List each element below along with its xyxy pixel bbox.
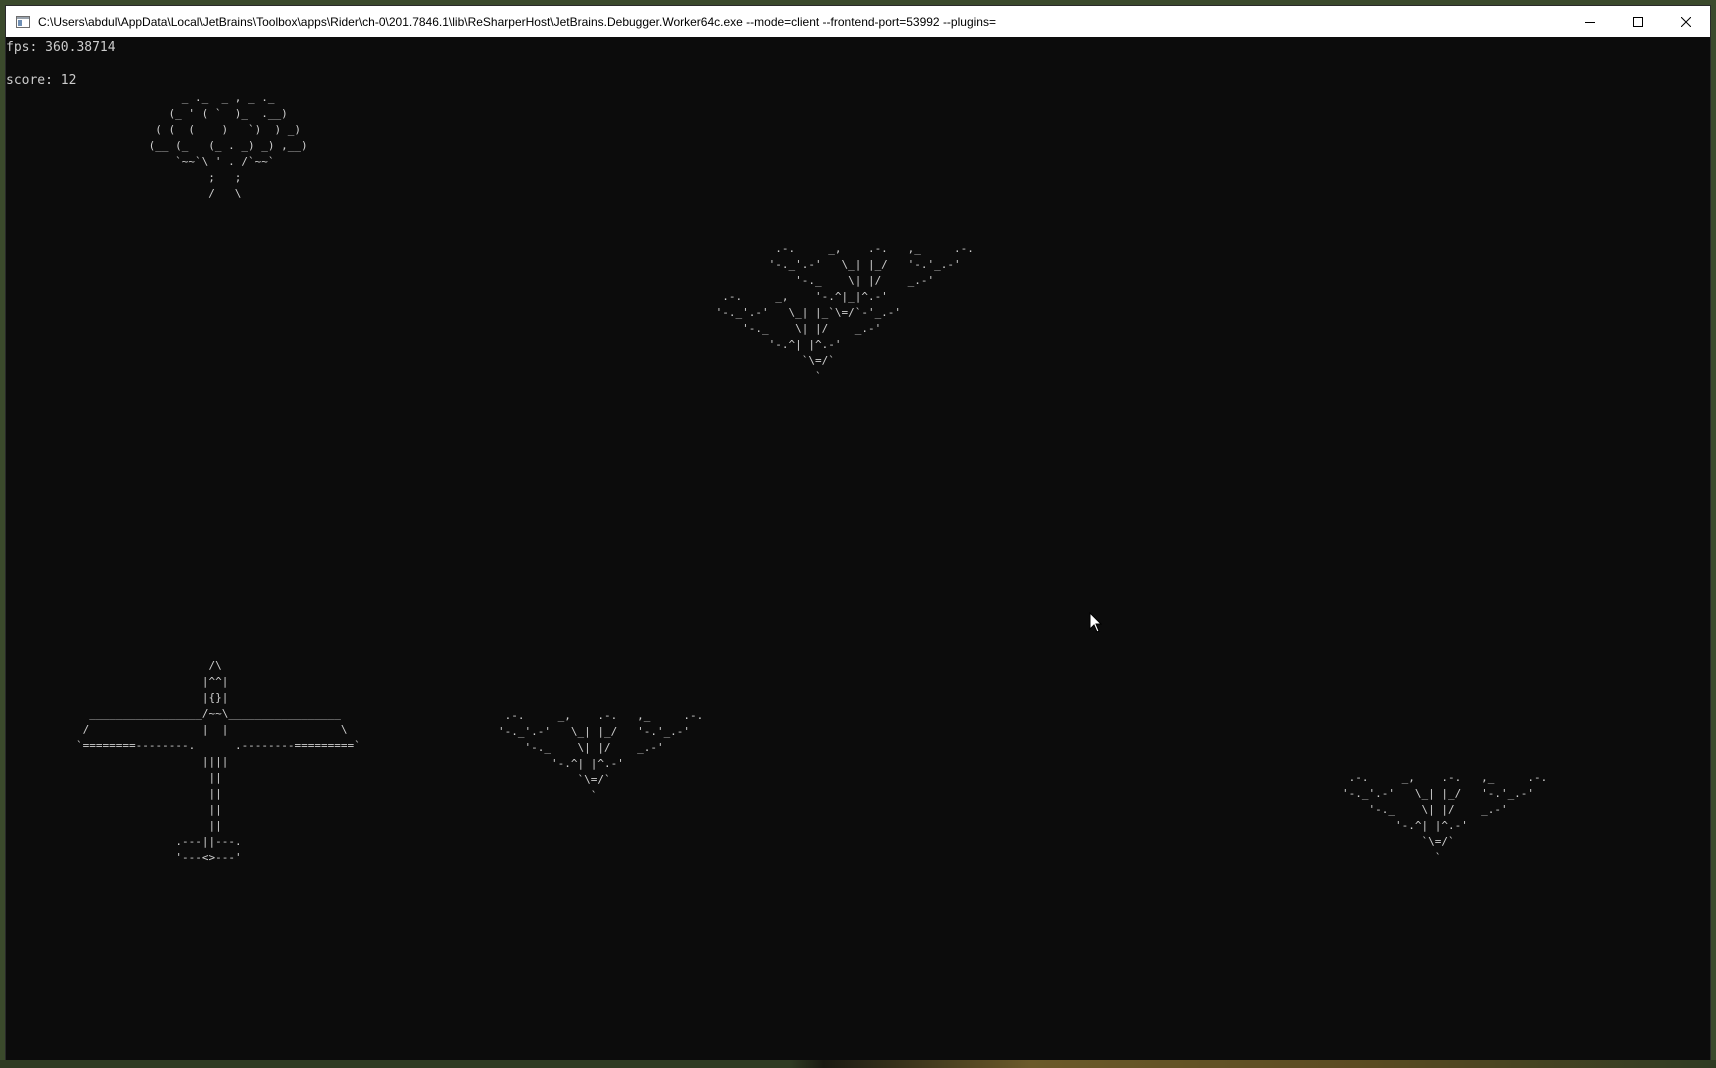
maximize-button[interactable] bbox=[1614, 6, 1662, 37]
enemy-bomber-middle: .-. _, .-. ,_ .-. '-._'.-' \_| |_/ '-.'_… bbox=[498, 709, 704, 802]
enemy-bomber-right: .-. _, .-. ,_ .-. '-._'.-' \_| |_/ '-.'_… bbox=[1342, 771, 1548, 864]
fps-counter: fps: 360.38714 bbox=[6, 40, 116, 55]
mouse-cursor-icon bbox=[1089, 612, 1103, 633]
score-counter: score: 12 bbox=[6, 73, 77, 88]
console-app-icon bbox=[16, 15, 30, 28]
enemy-bomber-formation: .-. _, .-. ,_ .-. '-._'.-' \_| |_/ '-.'_… bbox=[715, 242, 974, 383]
player-plane-sprite: /\ |^^| |{}| _________________/~~\______… bbox=[76, 659, 361, 864]
title-bar[interactable]: C:\Users\abdul\AppData\Local\JetBrains\T… bbox=[6, 6, 1710, 37]
console-window: C:\Users\abdul\AppData\Local\JetBrains\T… bbox=[6, 6, 1710, 1060]
desktop-background-strip bbox=[0, 1060, 1716, 1068]
minimize-icon bbox=[1585, 21, 1595, 23]
window-title: C:\Users\abdul\AppData\Local\JetBrains\T… bbox=[38, 14, 996, 29]
window-controls bbox=[1566, 6, 1710, 37]
explosion-sprite: _ ._ _ , _ ._ (_ ' ( ` )_ .__) ( ( ( ) `… bbox=[148, 91, 308, 200]
close-button[interactable] bbox=[1662, 6, 1710, 37]
console-output[interactable]: fps: 360.38714 score: 12 _ ._ _ , _ ._ (… bbox=[6, 37, 1710, 1060]
maximize-icon bbox=[1633, 16, 1643, 27]
minimize-button[interactable] bbox=[1566, 6, 1614, 37]
close-icon bbox=[1681, 16, 1691, 27]
